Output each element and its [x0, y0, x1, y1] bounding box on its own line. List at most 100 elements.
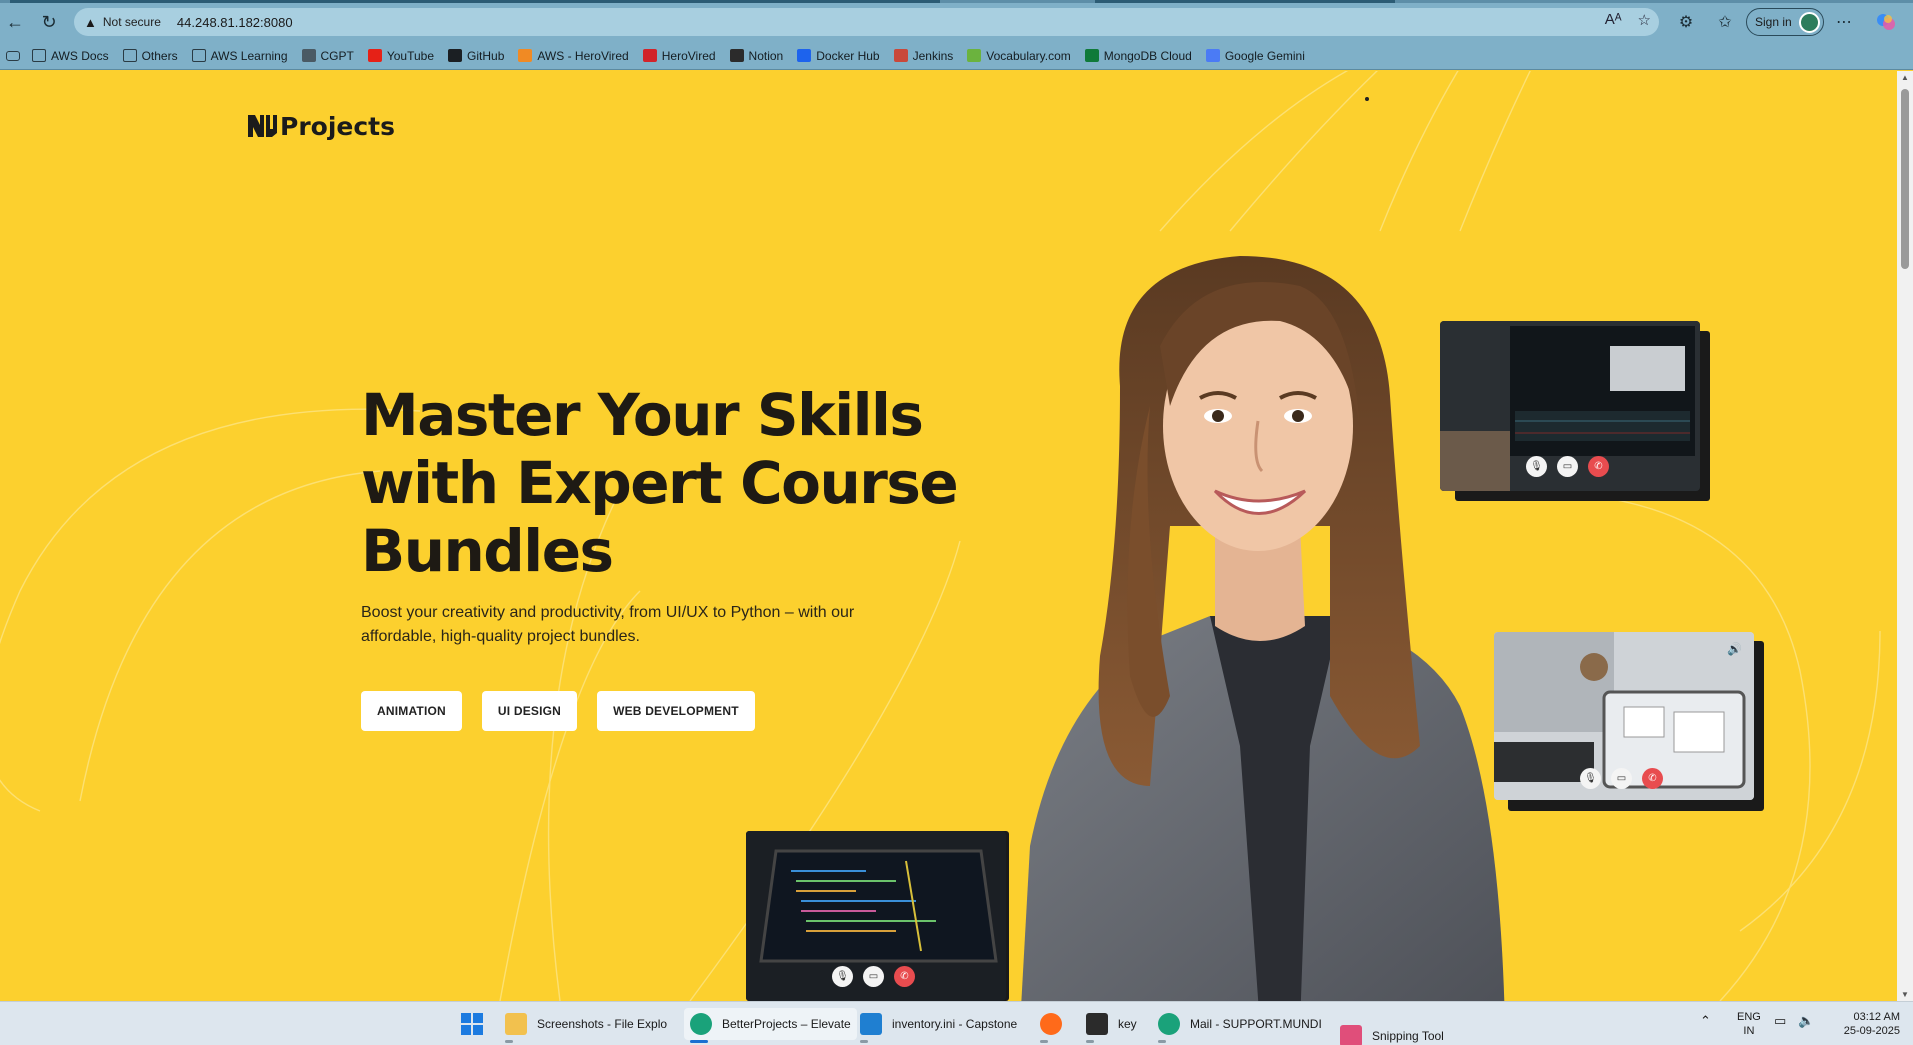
- video-controls: 🎙 ▭ ✆: [1580, 768, 1663, 789]
- bookmark-item[interactable]: Docker Hub: [797, 49, 880, 63]
- bookmark-label: AWS Docs: [51, 48, 109, 63]
- bookmark-item[interactable]: Jenkins: [893, 48, 954, 63]
- scroll-up-icon[interactable]: ▲: [1900, 73, 1910, 82]
- edge-icon: [1158, 1013, 1180, 1035]
- bookmark-label: CGPT: [320, 48, 354, 63]
- chip-animation[interactable]: ANIMATION: [361, 691, 462, 731]
- warning-icon: ▲: [84, 14, 97, 30]
- docker-icon: [797, 49, 812, 62]
- logo-text: Projects: [280, 111, 396, 141]
- bookmark-label: Vocabulary.com: [986, 48, 1071, 63]
- vocabulary-icon: [967, 49, 982, 62]
- chip-web-development[interactable]: WEB DEVELOPMENT: [597, 691, 755, 731]
- windows-taskbar: Screenshots - File Explo BetterProjects –…: [0, 1001, 1913, 1045]
- herovired-icon: [518, 49, 533, 62]
- scroll-thumb[interactable]: [1901, 89, 1909, 269]
- logo-mark-icon: [248, 115, 277, 137]
- taskbar-app-label: Snipping Tool: [1372, 1029, 1444, 1043]
- language-indicator[interactable]: ENG IN: [1737, 1010, 1761, 1038]
- taskbar-app[interactable]: key: [1086, 1008, 1137, 1043]
- bookmark-item[interactable]: Notion: [729, 49, 783, 63]
- camera-icon[interactable]: ▭: [863, 966, 884, 987]
- taskbar-app-label: key: [1118, 1017, 1137, 1031]
- hero-subtitle: Boost your creativity and productivity, …: [361, 604, 855, 645]
- running-indicator: [1086, 1040, 1094, 1043]
- chatgpt-icon: [301, 49, 316, 62]
- language-code: ENG: [1737, 1011, 1761, 1023]
- running-indicator: [1040, 1040, 1048, 1043]
- refresh-icon[interactable]: ↻: [36, 9, 62, 35]
- page-scrollbar[interactable]: ▲ ▼: [1897, 71, 1913, 1001]
- browser-toolbar: ← ↻ ▲ Not secure 44.248.81.182:8080 Aᴬ ☆…: [0, 0, 1913, 42]
- taskbar-app[interactable]: BetterProjects – Elevate: [684, 1008, 857, 1043]
- taskbar-app-label: inventory.ini - Capstone: [892, 1017, 1018, 1031]
- chip-ui-design[interactable]: UI DESIGN: [481, 691, 578, 731]
- bookmark-item[interactable]: GitHub: [448, 49, 504, 63]
- camera-icon[interactable]: ▭: [1557, 456, 1578, 477]
- taskbar-app[interactable]: Screenshots - File Explo: [505, 1008, 667, 1043]
- copilot-icon[interactable]: [1874, 10, 1898, 34]
- running-indicator: [690, 1040, 708, 1043]
- bookmark-item[interactable]: MongoDB Cloud: [1084, 48, 1192, 63]
- tab-indicator: [1095, 0, 1395, 3]
- site-logo[interactable]: Projects: [246, 111, 395, 141]
- bookmark-item[interactable]: Vocabulary.com: [967, 49, 1071, 63]
- bookmark-item[interactable]: AWS Docs: [32, 49, 109, 63]
- read-aloud-icon[interactable]: Aᴬ: [1605, 11, 1622, 29]
- network-icon[interactable]: ▭: [1774, 1014, 1786, 1028]
- bookmark-label: HeroVired: [661, 48, 716, 63]
- running-indicator: [505, 1040, 513, 1043]
- bookmark-item[interactable]: Others: [122, 49, 178, 63]
- sign-in-label: Sign in: [1755, 15, 1792, 29]
- bookmark-label: Jenkins: [912, 48, 954, 63]
- end-call-icon[interactable]: ✆: [1588, 456, 1609, 477]
- speaker-icon[interactable]: 🔊: [1727, 642, 1742, 656]
- taskbar-app[interactable]: [1040, 1008, 1072, 1043]
- bookmark-item[interactable]: Google Gemini: [1205, 49, 1305, 63]
- address-bar[interactable]: ▲ Not secure 44.248.81.182:8080 Aᴬ ☆: [74, 8, 1659, 36]
- microphone-icon[interactable]: 🎙: [1526, 456, 1547, 477]
- scroll-down-icon[interactable]: ▼: [1900, 990, 1910, 999]
- sidebar-toggle-icon[interactable]: [6, 50, 20, 61]
- extensions-icon[interactable]: ⚙: [1674, 10, 1698, 34]
- favorites-icon[interactable]: ✩: [1713, 10, 1737, 34]
- file-explorer-icon: [505, 1013, 527, 1035]
- bookmark-item[interactable]: HeroVired: [642, 48, 716, 63]
- hero-title-line: Master Your Skills: [361, 381, 924, 449]
- youtube-icon: [367, 49, 382, 62]
- bookmark-label: MongoDB Cloud: [1103, 48, 1192, 63]
- camera-icon[interactable]: ▭: [1611, 768, 1632, 789]
- sign-in-button[interactable]: Sign in: [1746, 8, 1824, 36]
- microphone-icon[interactable]: 🎙: [832, 966, 853, 987]
- tray-overflow-icon[interactable]: ⌃: [1700, 1014, 1711, 1028]
- taskbar-app[interactable]: Mail - SUPPORT.MUNDI: [1158, 1008, 1322, 1043]
- running-indicator: [1158, 1040, 1166, 1043]
- bookmark-item[interactable]: AWS Learning: [191, 49, 288, 63]
- taskbar-app[interactable]: inventory.ini - Capstone: [860, 1008, 1018, 1043]
- bookmark-item[interactable]: AWS - HeroVired: [518, 49, 629, 63]
- bookmark-label: YouTube: [386, 48, 435, 63]
- bookmark-item[interactable]: CGPT: [301, 48, 354, 63]
- clock[interactable]: 03:12 AM 25-09-2025: [1828, 1010, 1900, 1038]
- active-tab-indicator: [10, 0, 940, 3]
- bookmark-item[interactable]: YouTube: [367, 48, 435, 63]
- end-call-icon[interactable]: ✆: [894, 966, 915, 987]
- favorite-star-icon[interactable]: ☆: [1638, 11, 1651, 29]
- taskbar-app[interactable]: Snipping Tool: [1340, 1020, 1444, 1045]
- start-button[interactable]: [460, 1008, 484, 1040]
- folder-icon: [191, 49, 206, 62]
- hero-title-line: Bundles: [361, 517, 614, 585]
- back-icon[interactable]: ←: [2, 9, 28, 35]
- notion-icon: [729, 49, 744, 62]
- microphone-icon[interactable]: 🎙: [1580, 768, 1601, 789]
- end-call-icon[interactable]: ✆: [1642, 768, 1663, 789]
- bookmarks-bar: AWS Docs Others AWS Learning CGPT YouTube Git…: [0, 42, 1913, 70]
- jenkins-icon: [893, 49, 908, 62]
- bookmark-label: GitHub: [467, 48, 505, 63]
- video-controls: 🎙 ▭ ✆: [832, 966, 915, 987]
- url-text[interactable]: 44.248.81.182:8080: [177, 15, 293, 30]
- volume-icon[interactable]: 🔈: [1798, 1014, 1814, 1028]
- security-label[interactable]: Not secure: [103, 15, 161, 29]
- taskbar-app-label: Mail - SUPPORT.MUNDI: [1190, 1017, 1322, 1031]
- more-options-icon[interactable]: ⋯: [1832, 10, 1856, 34]
